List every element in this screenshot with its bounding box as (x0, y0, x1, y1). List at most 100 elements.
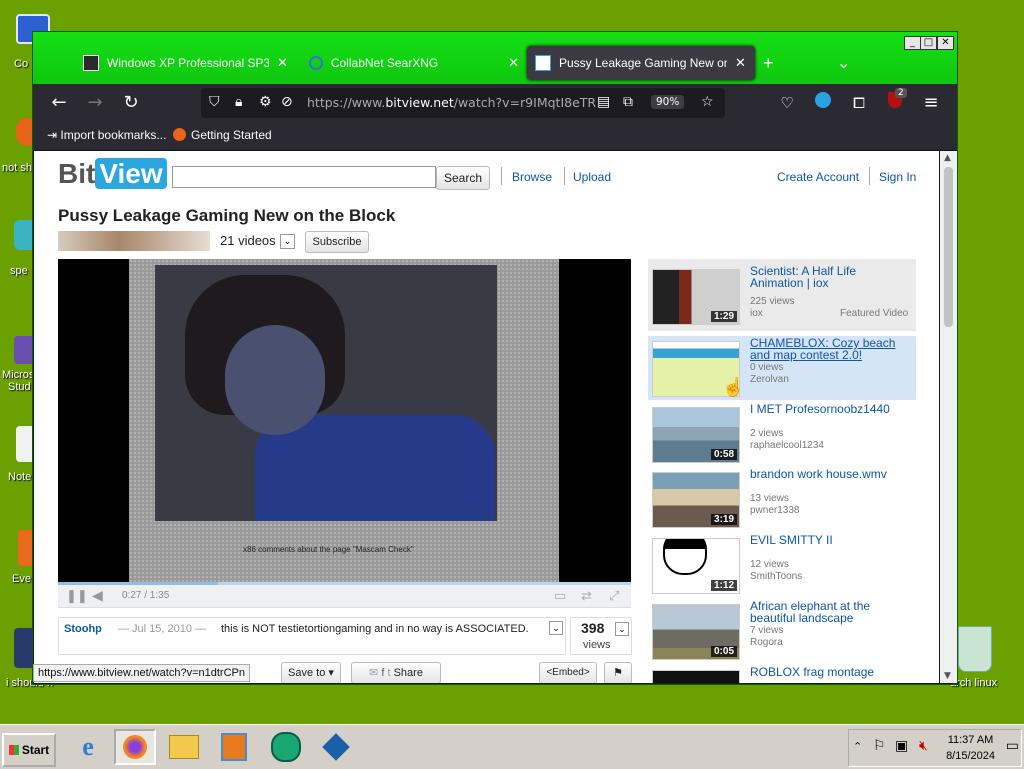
video-author[interactable]: iox (750, 308, 763, 319)
show-desktop-icon[interactable]: ▭ (1006, 738, 1019, 754)
share-button[interactable]: ✉ f t Share (351, 662, 441, 683)
views-dropdown-icon[interactable]: ⌄ (615, 622, 629, 636)
volume-icon[interactable]: ◀︎ (92, 587, 103, 604)
video-title-link[interactable]: Scientist: A Half Life Animation | iox (750, 265, 910, 289)
search-input[interactable] (172, 166, 436, 188)
new-tab-button[interactable]: + (763, 46, 774, 80)
video-thumbnail[interactable]: 0:05 (652, 604, 740, 660)
bookmark-import[interactable]: ⇥ Import bookmarks... (47, 128, 166, 142)
extensions-icon[interactable]: ⧠ (847, 92, 871, 114)
firefox-taskbar-icon[interactable] (114, 729, 156, 765)
forward-button[interactable]: → (83, 92, 107, 114)
virtualbox-icon[interactable] (316, 729, 356, 765)
related-video-5[interactable]: 0:05 African elephant at the beautiful l… (650, 598, 916, 664)
comment-author[interactable]: Stoohp (64, 623, 102, 635)
related-video-1[interactable]: CHAMEBLOX: Cozy beach and map contest 2.… (650, 335, 916, 401)
scroll-down-icon[interactable]: ▼ (944, 671, 951, 681)
tab-searxng[interactable]: CollabNet SearXNG ✕ (309, 46, 519, 80)
shield-icon[interactable]: ⛉ (209, 94, 220, 110)
close-icon[interactable]: ✕ (735, 55, 746, 71)
sign-in-link[interactable]: Sign In (879, 170, 916, 184)
video-title-link[interactable]: EVIL SMITTY II (750, 534, 910, 546)
channel-dropdown-icon[interactable]: ⌄ (280, 234, 295, 249)
screenshot-icon[interactable]: ⧉ (623, 94, 633, 110)
tab-windows-xp[interactable]: Windows XP Professional SP3 x86 ✕ (83, 46, 293, 80)
related-video-6[interactable]: ROBLOX frag montage (650, 664, 916, 683)
close-window-button[interactable]: ✕ (937, 36, 954, 50)
video-thumbnail[interactable]: 1:29 (652, 269, 740, 325)
media-player-icon[interactable] (214, 729, 254, 765)
autoplay-blocked-icon[interactable]: ⊘ (281, 94, 293, 110)
save-to-button[interactable]: Save to ▾ (281, 662, 341, 683)
bitview-icon (535, 55, 551, 71)
permissions-icon[interactable]: ⚙ (259, 94, 272, 110)
lock-icon[interactable]: 🔒︎ (235, 94, 242, 110)
searxng-taskbar-icon[interactable] (266, 729, 306, 765)
embed-button[interactable]: <Embed> (539, 662, 597, 683)
scroll-up-icon[interactable]: ▲ (944, 153, 951, 163)
related-video-2[interactable]: 0:58 I MET Profesornoobz1440 2 views rap… (650, 401, 916, 467)
page-scrollbar[interactable]: ▲ ▼ (940, 151, 957, 683)
related-video-0[interactable]: 1:29 Scientist: A Half Life Animation | … (650, 263, 916, 329)
clock[interactable]: 11:37 AM 8/15/2024 (946, 732, 995, 764)
channel-videos-count[interactable]: 21 videos (220, 233, 276, 248)
zoom-level[interactable]: 90% (651, 95, 685, 109)
video-author[interactable]: pwner1338 (750, 505, 799, 516)
video-author[interactable]: Zerolvan (750, 374, 789, 385)
tab-bitview-active[interactable]: Pussy Leakage Gaming New on the ✕ (527, 46, 755, 80)
minimize-button[interactable]: _ (904, 36, 921, 50)
reload-button[interactable]: ↻ (119, 92, 143, 114)
subscribe-button[interactable]: Subscribe (305, 231, 369, 253)
network-tray-icon[interactable]: ▣ (895, 738, 908, 754)
menu-icon[interactable]: ≡ (919, 92, 943, 114)
maximize-button[interactable]: □ (920, 36, 937, 50)
recycle-bin-icon[interactable] (958, 626, 992, 672)
video-duration: 1:29 (710, 311, 737, 322)
url-text[interactable]: https://www.bitview.net/watch?v=r9IMqtI8… (307, 95, 596, 110)
close-icon[interactable]: ✕ (508, 55, 519, 71)
tab-list-button[interactable]: ⌄ (837, 46, 850, 80)
close-icon[interactable]: ✕ (277, 55, 288, 71)
channel-banner[interactable] (58, 231, 210, 251)
flag-button[interactable]: ⚑ (604, 662, 632, 683)
account-icon[interactable] (811, 92, 835, 114)
bookmark-star-icon[interactable]: ☆ (701, 94, 714, 110)
video-title-link[interactable]: African elephant at the beautiful landsc… (750, 600, 910, 624)
pocket-icon[interactable]: ♡ (775, 92, 799, 114)
related-video-3[interactable]: 3:19 brandon work house.wmv 13 views pwn… (650, 466, 916, 532)
start-button[interactable]: Start (2, 733, 56, 767)
video-author[interactable]: Rogora (750, 637, 783, 648)
flag-tray-icon[interactable]: ⚐ (873, 738, 886, 754)
internet-explorer-icon[interactable]: e (68, 729, 108, 765)
file-explorer-icon[interactable] (164, 729, 204, 765)
search-button[interactable]: Search (436, 166, 490, 190)
video-title-link[interactable]: brandon work house.wmv (750, 468, 910, 480)
comment-dropdown-icon[interactable]: ⌄ (549, 621, 563, 635)
video-author[interactable]: raphaelcool1234 (750, 440, 824, 451)
create-account-link[interactable]: Create Account (777, 170, 859, 184)
popout-icon[interactable]: ▭ (554, 588, 566, 604)
tray-expand-icon[interactable]: ⌃ (853, 740, 862, 753)
video-player[interactable]: x86 comments about the page "Mascam Chec… (58, 259, 631, 582)
video-title-link[interactable]: I MET Profesornoobz1440 (750, 403, 910, 415)
video-author[interactable]: SmithToons (750, 571, 802, 582)
reader-view-icon[interactable]: ▤ (597, 94, 610, 110)
address-bar[interactable]: ⛉ 🔒︎ ⚙ ⊘ https://www.bitview.net/watch?v… (201, 88, 725, 118)
video-title-link[interactable]: ROBLOX frag montage (750, 666, 910, 678)
site-logo[interactable]: Bit View (58, 158, 167, 194)
video-thumbnail[interactable]: 3:19 (652, 472, 740, 528)
video-thumbnail[interactable] (652, 670, 740, 683)
related-video-4[interactable]: 1:12 EVIL SMITTY II 12 views SmithToons (650, 532, 916, 598)
scrollbar-thumb[interactable] (944, 167, 953, 327)
back-button[interactable]: ← (47, 92, 71, 114)
bookmark-getting-started[interactable]: Getting Started (173, 128, 272, 142)
repeat-icon[interactable]: ⇄ (581, 588, 592, 604)
video-title-link[interactable]: CHAMEBLOX: Cozy beach and map contest 2.… (750, 337, 910, 361)
nav-upload[interactable]: Upload (573, 170, 611, 184)
fullscreen-icon[interactable]: ⤢ (609, 588, 619, 604)
volume-muted-icon[interactable]: 🔇︎ (919, 738, 928, 754)
video-thumbnail[interactable]: 1:12 (652, 538, 740, 594)
pause-icon[interactable]: ❚❚ (66, 588, 88, 604)
video-thumbnail[interactable]: 0:58 (652, 407, 740, 463)
nav-browse[interactable]: Browse (512, 170, 552, 184)
